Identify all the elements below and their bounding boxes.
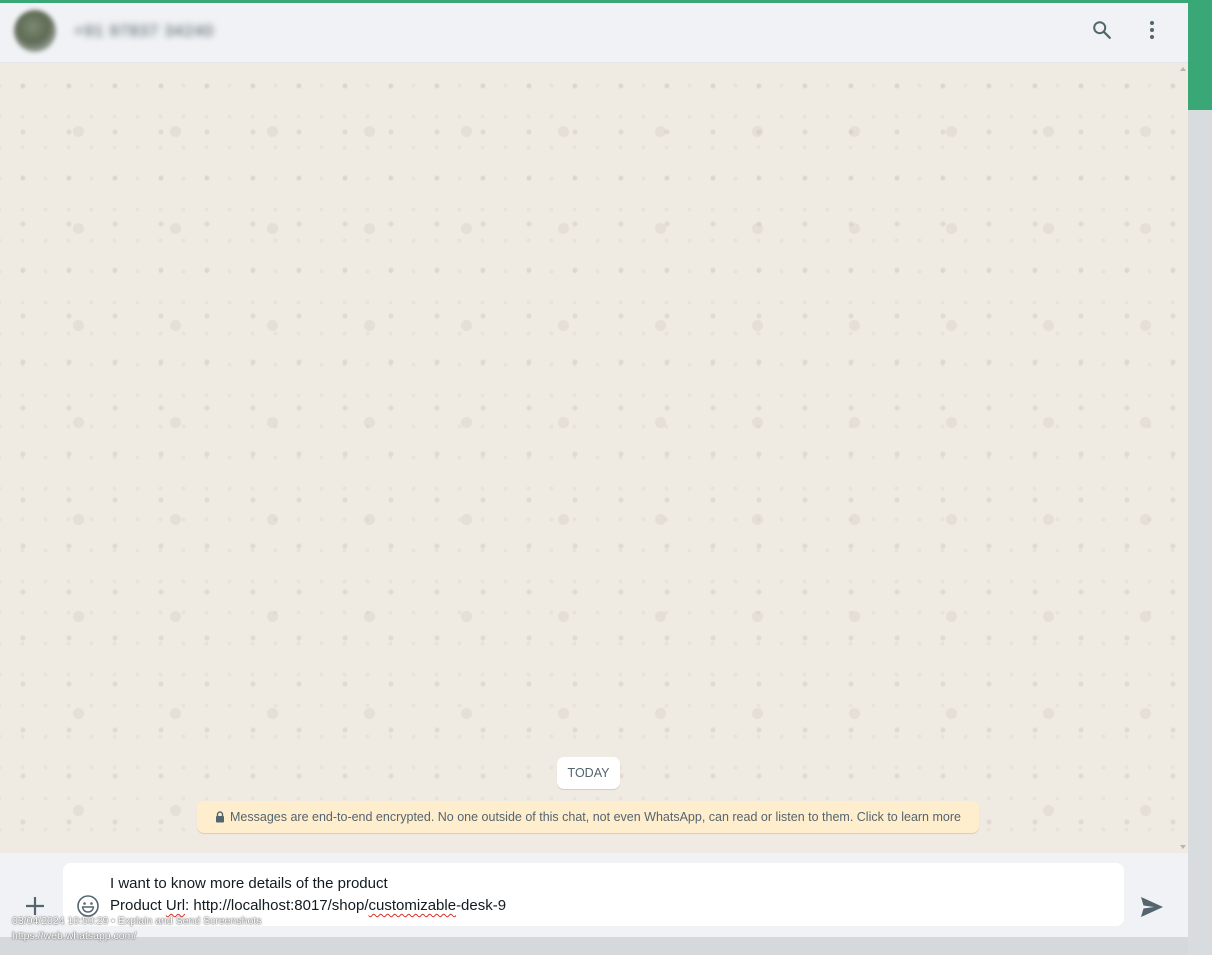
kebab-menu-icon <box>1150 21 1154 39</box>
chat-window: +91 97837 34240 TODAY Messages are end-t… <box>0 3 1188 937</box>
chat-header: +91 97837 34240 <box>0 3 1188 63</box>
search-button[interactable] <box>1090 18 1114 42</box>
draft-line-1: I want to know more details of the produ… <box>110 875 388 892</box>
scroll-up-arrow[interactable] <box>1180 67 1186 71</box>
capture-timestamp: 03/04/2024 10:50:29 • Explain and Send S… <box>12 915 262 927</box>
search-icon <box>1093 21 1111 39</box>
misspelled-word: Url <box>165 897 186 914</box>
contact-name[interactable]: +91 97837 34240 <box>74 23 214 41</box>
send-icon <box>1141 897 1163 917</box>
contact-avatar[interactable] <box>14 10 56 52</box>
encryption-notice-text: Messages are end-to-end encrypted. No on… <box>230 810 961 824</box>
menu-button[interactable] <box>1140 18 1164 42</box>
send-button[interactable] <box>1139 894 1165 920</box>
side-accent-panel <box>1188 0 1212 110</box>
draft-text: : http://localhost:8017/shop/ <box>185 897 369 914</box>
message-pane[interactable]: TODAY Messages are end-to-end encrypted.… <box>0 63 1188 853</box>
draft-line-2: Product Url: http://localhost:8017/shop/… <box>110 897 506 914</box>
misspelled-word: customizable <box>368 897 457 914</box>
draft-text: -desk-9 <box>456 897 507 914</box>
capture-url: https://web.whatsapp.com/ <box>12 930 137 942</box>
scroll-down-arrow[interactable] <box>1180 845 1186 849</box>
lock-icon <box>215 811 225 823</box>
date-divider: TODAY <box>557 757 620 789</box>
side-gutter <box>1188 110 1212 955</box>
plus-icon <box>26 897 44 915</box>
message-draft[interactable]: I want to know more details of the produ… <box>110 873 1100 917</box>
encryption-notice[interactable]: Messages are end-to-end encrypted. No on… <box>197 801 979 833</box>
draft-text: Product <box>110 897 166 914</box>
